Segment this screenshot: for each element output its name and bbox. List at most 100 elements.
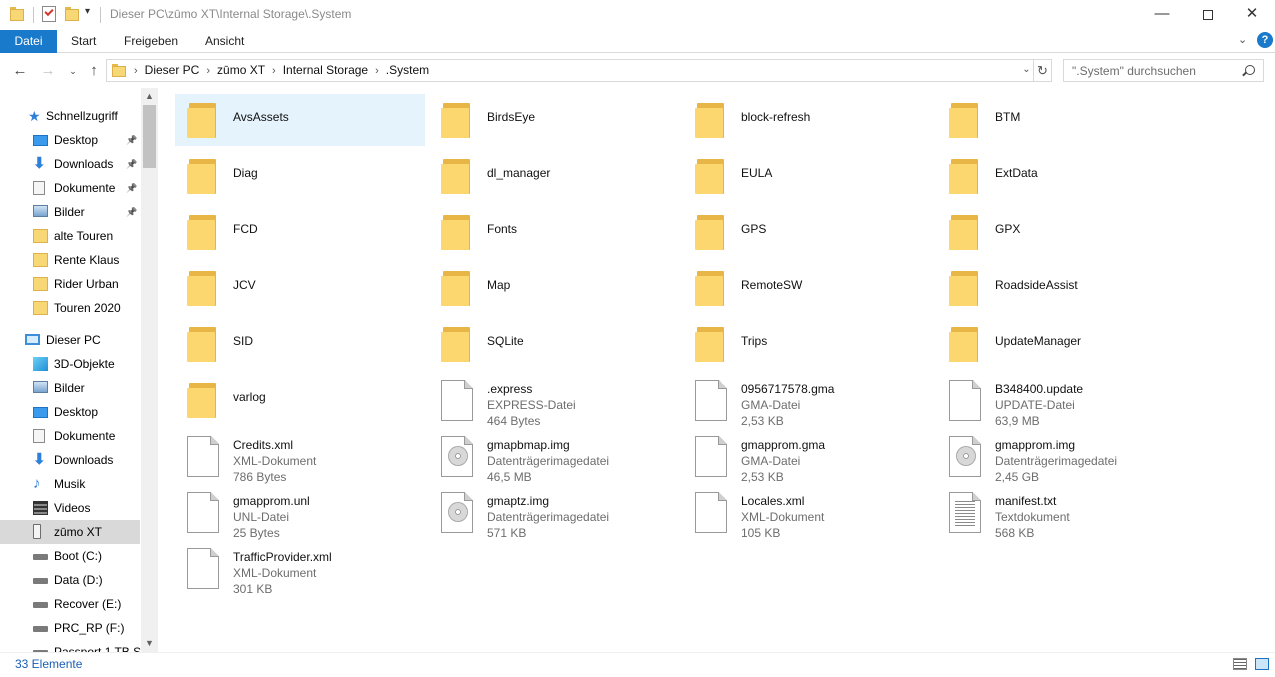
item-type: Datenträgerimagedatei [487, 510, 610, 524]
item-name: EULA [741, 166, 773, 180]
folder-item[interactable]: Trips [683, 318, 933, 370]
chevron-right-icon[interactable]: › [131, 61, 141, 81]
file-item[interactable]: B348400.update UPDATE-Datei 63,9 MB [937, 374, 1187, 428]
scroll-up-icon[interactable]: ▲ [141, 88, 158, 105]
folder-item[interactable]: RoadsideAssist [937, 262, 1187, 314]
file-item[interactable]: gmapbmap.img Datenträgerimagedatei 46,5 MB [429, 430, 679, 484]
nav-label: Recover (E:) [54, 597, 122, 611]
address-bar[interactable]: › Dieser PC › zūmo XT › Internal Storage › .Sys… [106, 59, 1034, 82]
nav-item[interactable]: ⬇ Downloads 📌 [0, 152, 140, 176]
folder-item[interactable]: SID [175, 318, 425, 370]
nav-this-pc[interactable]: Dieser PC [0, 328, 140, 352]
folder-item[interactable]: block-refresh [683, 94, 933, 146]
breadcrumb-dieser-pc[interactable]: Dieser PC [141, 60, 204, 80]
tab-start[interactable]: Start [57, 30, 110, 53]
nav-item[interactable]: Rente Klaus [0, 248, 140, 272]
nav-item[interactable]: zūmo XT [0, 520, 140, 544]
tab-view[interactable]: Ansicht [191, 30, 258, 53]
folder-icon [112, 64, 126, 77]
file-item[interactable]: 0956717578.gma GMA-Datei 2,53 KB [683, 374, 933, 428]
file-icon [187, 436, 219, 477]
nav-item[interactable]: Videos [0, 496, 140, 520]
folder-item[interactable]: BirdsEye [429, 94, 679, 146]
chevron-right-icon[interactable]: › [203, 61, 213, 81]
nav-item[interactable]: Passport 1 TB Si [0, 640, 144, 652]
folder-item[interactable]: Map [429, 262, 679, 314]
computer-icon [25, 334, 40, 345]
file-item[interactable]: gmapprom.unl UNL-Datei 25 Bytes [175, 486, 425, 540]
folder-item[interactable]: JCV [175, 262, 425, 314]
scrollbar-thumb[interactable] [143, 105, 156, 168]
chevron-right-icon[interactable]: › [269, 61, 279, 81]
large-icons-view-icon[interactable] [1255, 658, 1269, 670]
file-item[interactable]: .express EXPRESS-Datei 464 Bytes [429, 374, 679, 428]
address-dropdown-icon[interactable]: ⌄ [1019, 59, 1034, 82]
quick-access-dropdown-icon[interactable]: ▾ [85, 6, 90, 17]
nav-item[interactable]: Rider Urban [0, 272, 140, 296]
minimize-button[interactable]: — [1139, 0, 1185, 30]
folder-item[interactable]: dl_manager [429, 150, 679, 202]
tab-share[interactable]: Freigeben [110, 30, 192, 53]
drive-icon [33, 602, 48, 608]
close-button[interactable]: ✕ [1229, 0, 1275, 30]
folder-item[interactable]: EULA [683, 150, 933, 202]
new-folder-icon[interactable] [65, 7, 79, 22]
file-item[interactable]: gmaptz.img Datenträgerimagedatei 571 KB [429, 486, 679, 540]
nav-item[interactable]: ♪ Musik [0, 472, 140, 496]
folder-item[interactable]: Diag [175, 150, 425, 202]
nav-item[interactable]: ⬇ Downloads [0, 448, 140, 472]
refresh-button[interactable]: ↻ [1034, 59, 1052, 82]
folder-item[interactable]: ExtData [937, 150, 1187, 202]
up-button[interactable]: ↑ [84, 61, 104, 81]
forward-button[interactable]: → [38, 61, 58, 81]
nav-item[interactable]: alte Touren [0, 224, 140, 248]
folder-item[interactable]: FCD [175, 206, 425, 258]
folder-item[interactable]: GPX [937, 206, 1187, 258]
file-item[interactable]: TrafficProvider.xml XML-Dokument 301 KB [175, 542, 425, 596]
nav-scrollbar[interactable]: ▲ ▼ [141, 88, 158, 652]
details-view-icon[interactable] [1233, 658, 1247, 670]
breadcrumb-system[interactable]: .System [382, 60, 433, 80]
properties-icon[interactable] [42, 6, 56, 22]
breadcrumb-internal-storage[interactable]: Internal Storage [279, 60, 372, 80]
folder-item[interactable]: varlog [175, 374, 425, 426]
nav-quick-access[interactable]: ★ Schnellzugriff [0, 104, 140, 128]
nav-item[interactable]: Data (D:) [0, 568, 140, 592]
folder-item[interactable]: GPS [683, 206, 933, 258]
ribbon-expand-icon[interactable]: ⌄ [1238, 33, 1247, 46]
nav-label: Boot (C:) [54, 549, 103, 563]
nav-item[interactable]: Desktop 📌 [0, 128, 140, 152]
nav-item[interactable]: Touren 2020 [0, 296, 140, 320]
nav-item[interactable]: 3D-Objekte [0, 352, 140, 376]
nav-item[interactable]: Bilder [0, 376, 140, 400]
file-item[interactable]: gmapprom.gma GMA-Datei 2,53 KB [683, 430, 933, 484]
folder-item[interactable]: SQLite [429, 318, 679, 370]
folder-item[interactable]: RemoteSW [683, 262, 933, 314]
folder-item[interactable]: BTM [937, 94, 1187, 146]
folder-item[interactable]: AvsAssets [175, 94, 425, 146]
folder-item[interactable]: UpdateManager [937, 318, 1187, 370]
file-item[interactable]: Locales.xml XML-Dokument 105 KB [683, 486, 933, 540]
file-item[interactable]: gmapprom.img Datenträgerimagedatei 2,45 GB [937, 430, 1187, 484]
nav-item[interactable]: Bilder 📌 [0, 200, 140, 224]
scroll-down-icon[interactable]: ▼ [141, 635, 158, 652]
help-icon[interactable]: ? [1257, 32, 1273, 48]
nav-item[interactable]: PRC_RP (F:) [0, 616, 140, 640]
nav-item[interactable]: Dokumente 📌 [0, 176, 140, 200]
maximize-button[interactable] [1185, 0, 1231, 30]
recent-locations-button[interactable]: ⌄ [63, 61, 83, 81]
nav-item[interactable]: Boot (C:) [0, 544, 140, 568]
search-input[interactable]: ".System" durchsuchen [1063, 59, 1264, 82]
back-button[interactable]: ← [10, 61, 30, 81]
file-item[interactable]: Credits.xml XML-Dokument 786 Bytes [175, 430, 425, 484]
nav-item[interactable]: Recover (E:) [0, 592, 140, 616]
file-item[interactable]: manifest.txt Textdokument 568 KB [937, 486, 1187, 540]
breadcrumb-zumo-xt[interactable]: zūmo XT [213, 60, 269, 80]
chevron-right-icon[interactable]: › [372, 61, 382, 81]
tab-file[interactable]: Datei [0, 30, 57, 53]
folder-icon [187, 214, 217, 250]
folder-item[interactable]: Fonts [429, 206, 679, 258]
drive-icon [33, 554, 48, 560]
nav-item[interactable]: Dokumente [0, 424, 140, 448]
nav-item[interactable]: Desktop [0, 400, 140, 424]
